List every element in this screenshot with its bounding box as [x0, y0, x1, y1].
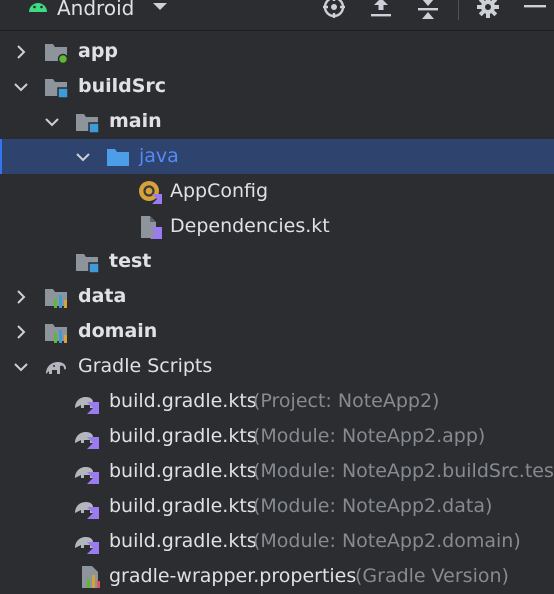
source-set-folder-icon — [76, 114, 100, 134]
module-folder-icon — [45, 44, 69, 65]
tree-node-java[interactable]: java — [0, 139, 554, 174]
toolbar-separator — [458, 0, 459, 20]
tree-label: build.gradle.kts — [109, 460, 257, 482]
tree-label: domain — [78, 320, 158, 342]
locate-icon[interactable] — [319, 0, 349, 22]
tree-label: build.gradle.kts — [109, 530, 257, 552]
tree-node-main[interactable]: main — [0, 104, 554, 139]
chevron-right-icon[interactable] — [12, 43, 30, 61]
tree-node-gradle-file[interactable]: build.gradle.kts (Project: NoteApp2) — [0, 384, 554, 419]
settings-icon[interactable] — [473, 0, 503, 22]
tree-label: test — [109, 250, 152, 272]
library-module-icon — [45, 324, 67, 343]
tree-node-test[interactable]: test — [0, 244, 554, 279]
tree-node-gradle-file[interactable]: build.gradle.kts (Module: NoteApp2.data) — [0, 489, 554, 524]
tree-hint: (Module: NoteApp2.buildSrc.test) — [253, 460, 554, 482]
tree-label: buildSrc — [78, 75, 167, 97]
tree-label: build.gradle.kts — [109, 495, 257, 517]
tree-label: data — [78, 285, 127, 307]
chevron-down-icon[interactable] — [12, 358, 30, 376]
kotlin-object-icon — [139, 181, 162, 204]
tree-label: gradle-wrapper.properties — [109, 565, 357, 587]
chevron-right-icon[interactable] — [12, 288, 30, 306]
tree-hint: (Module: NoteApp2.domain) — [253, 530, 521, 552]
dropdown-caret-icon[interactable] — [150, 0, 170, 16]
source-set-folder-icon — [76, 254, 100, 274]
tree-node-appconfig[interactable]: AppConfig — [0, 174, 554, 209]
tree-hint: (Gradle Version) — [355, 565, 509, 587]
tree-node-gradle-properties[interactable]: gradle-wrapper.properties (Gradle Versio… — [0, 559, 554, 594]
chevron-down-icon[interactable] — [74, 148, 92, 166]
collapse-all-icon[interactable] — [413, 0, 443, 22]
tree-label: AppConfig — [170, 180, 269, 202]
kotlin-file-icon — [141, 216, 162, 239]
tree-label: Dependencies.kt — [170, 215, 330, 237]
tree-label: build.gradle.kts — [109, 390, 257, 412]
tree-node-domain[interactable]: domain — [0, 314, 554, 349]
tree-label: app — [78, 40, 119, 62]
tree-node-buildsrc[interactable]: buildSrc — [0, 69, 554, 104]
chevron-right-icon[interactable] — [12, 323, 30, 341]
tree-node-app[interactable]: app — [0, 34, 554, 69]
tree-node-data[interactable]: data — [0, 279, 554, 314]
chevron-down-icon[interactable] — [43, 113, 61, 131]
gradle-elephant-icon — [46, 362, 66, 374]
project-view-selector[interactable]: Android — [57, 0, 134, 20]
tree-node-dependencies[interactable]: Dependencies.kt — [0, 209, 554, 244]
gradle-kts-icon — [75, 502, 99, 519]
gradle-kts-icon — [75, 432, 99, 449]
tree-hint: (Project: NoteApp2) — [253, 390, 440, 412]
android-icon — [29, 3, 47, 12]
source-folder-icon — [107, 149, 129, 166]
gradle-kts-icon — [75, 467, 99, 484]
tree-node-gradle-file[interactable]: build.gradle.kts (Module: NoteApp2.build… — [0, 454, 554, 489]
project-toolbar: Android — [0, 0, 554, 31]
tree-hint: (Module: NoteApp2.app) — [253, 425, 486, 447]
chevron-down-icon[interactable] — [12, 78, 30, 96]
tree-hint: (Module: NoteApp2.data) — [253, 495, 493, 517]
tree-label: main — [109, 110, 162, 132]
tree-node-gradle-file[interactable]: build.gradle.kts (Module: NoteApp2.domai… — [0, 524, 554, 559]
tree-label: Gradle Scripts — [78, 355, 213, 377]
minimize-icon[interactable] — [520, 0, 550, 22]
expand-all-icon[interactable] — [366, 0, 396, 22]
tree-node-gradle-scripts[interactable]: Gradle Scripts — [0, 349, 554, 384]
module-folder-icon — [45, 79, 69, 99]
gradle-kts-icon — [75, 397, 99, 414]
tree-node-gradle-file[interactable]: build.gradle.kts (Module: NoteApp2.app) — [0, 419, 554, 454]
library-module-icon — [45, 289, 67, 308]
properties-file-icon — [82, 566, 100, 588]
gradle-kts-icon — [75, 537, 99, 554]
tree-label: java — [139, 145, 179, 167]
tree-label: build.gradle.kts — [109, 425, 257, 447]
